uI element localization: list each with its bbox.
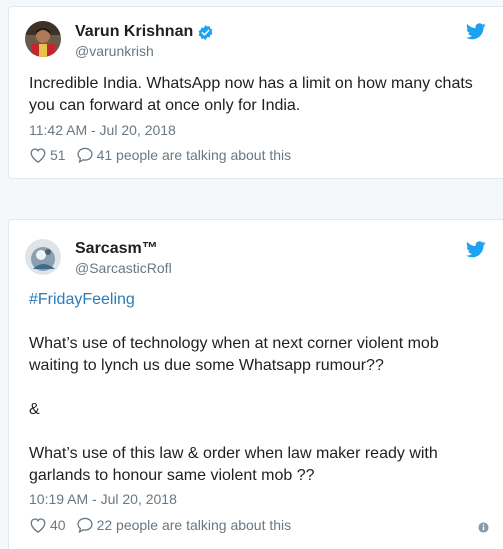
tweet-text-line: waiting to lynch us due some Whatsapp ru…	[29, 357, 384, 374]
tweet-text-line: Incredible India. WhatsApp now has a lim…	[29, 75, 473, 92]
author-handle[interactable]: @SarcasticRofl	[75, 260, 172, 276]
author-name[interactable]: Varun Krishnan	[75, 23, 193, 41]
reply-bubble-icon[interactable]	[76, 147, 94, 163]
tweet-card[interactable]: Sarcasm™ @SarcasticRofl #FridayFeeling W…	[8, 219, 503, 549]
heart-icon[interactable]	[29, 517, 47, 533]
reply-bubble-icon[interactable]	[76, 517, 94, 533]
timestamp[interactable]: 11:42 AM - Jul 20, 2018	[29, 122, 176, 138]
info-icon[interactable]	[478, 522, 489, 533]
tweet-text-line: you can forward at once only for India.	[29, 97, 301, 114]
tweet-text: Incredible India. WhatsApp now has a lim…	[29, 73, 489, 117]
hashtag-link[interactable]: #FridayFeeling	[29, 289, 489, 311]
tweet-text-line: What’s use of this law & order when law …	[29, 445, 438, 462]
verified-badge-icon	[198, 24, 213, 40]
tweet-actions: 40 22 people are talking about this	[29, 517, 291, 533]
tweet-text-line: garlands to honour same violent mob ??	[29, 467, 315, 484]
heart-icon[interactable]	[29, 147, 47, 163]
tweet-text-line: What’s use of technology when at next co…	[29, 335, 439, 352]
tweet-text-line: &	[29, 401, 40, 418]
tweet-card[interactable]: Varun Krishnan @varunkrish Incredible In…	[8, 6, 503, 179]
twitter-bird-icon[interactable]	[466, 23, 486, 40]
author-handle[interactable]: @varunkrish	[75, 43, 154, 59]
talking-link[interactable]: 22 people are talking about this	[97, 517, 292, 533]
twitter-bird-icon[interactable]	[466, 241, 486, 258]
talking-link[interactable]: 41 people are talking about this	[97, 147, 292, 163]
tweet-actions: 51 41 people are talking about this	[29, 147, 291, 163]
tweet-text: #FridayFeeling What’s use of technology …	[29, 289, 489, 487]
like-count[interactable]: 40	[50, 517, 66, 533]
avatar[interactable]	[25, 21, 61, 57]
author-name[interactable]: Sarcasm™	[75, 240, 158, 258]
timestamp[interactable]: 10:19 AM - Jul 20, 2018	[29, 491, 177, 507]
avatar[interactable]	[25, 239, 61, 275]
like-count[interactable]: 51	[50, 147, 66, 163]
